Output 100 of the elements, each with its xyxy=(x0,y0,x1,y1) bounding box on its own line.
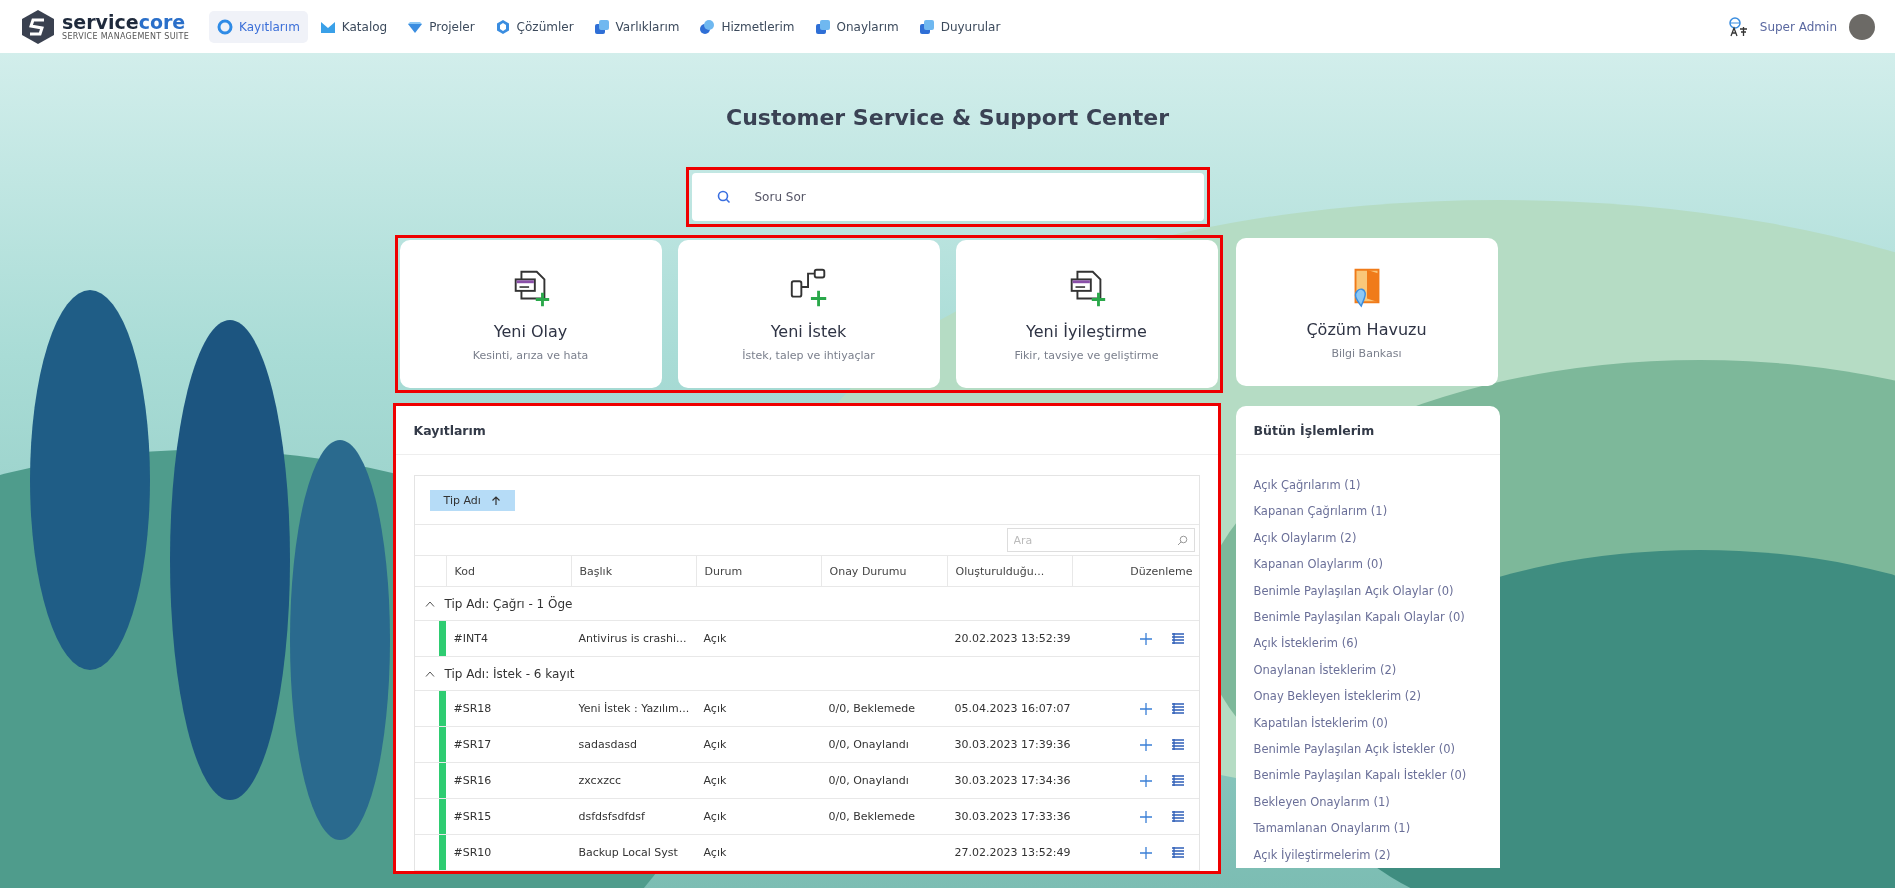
card-title: Yeni Olay xyxy=(493,322,568,341)
action-card[interactable]: Yeni İyileştirme Fikir, tavsiye ve geliştirme xyxy=(955,240,1218,388)
column-header[interactable]: Onay Durumu xyxy=(820,556,947,586)
chevron-up-icon[interactable] xyxy=(424,669,435,678)
table-cell-text: 0/0, Onaylandı xyxy=(827,737,910,753)
plus-icon[interactable] xyxy=(1138,809,1153,824)
side-link[interactable]: Açık İsteklerim (6) xyxy=(1253,630,1482,657)
translate-icon[interactable] xyxy=(1727,16,1748,37)
card-title: Yeni İstek xyxy=(770,322,847,341)
column-header[interactable]: Başlık xyxy=(570,556,696,586)
plus-icon[interactable] xyxy=(1138,631,1153,646)
card-subtitle: Bilgi Bankası xyxy=(1331,347,1402,360)
brand-tagline: SERVICE MANAGEMENT SUITE xyxy=(62,32,190,41)
action-card[interactable]: Çözüm Havuzu Bilgi Bankası xyxy=(1235,238,1498,386)
plus-icon[interactable] xyxy=(1138,701,1153,716)
list-icon[interactable] xyxy=(1170,773,1185,788)
table-cell-text: 0/0, Beklemede xyxy=(827,701,916,717)
list-icon[interactable] xyxy=(1170,701,1185,716)
card-title: Çözüm Havuzu xyxy=(1306,320,1427,339)
nav-tab[interactable]: Varlıklarım xyxy=(585,10,688,43)
nav-tab[interactable]: Kayıtlarım xyxy=(209,10,308,43)
column-header[interactable]: Oluşturulduğu... xyxy=(946,556,1072,586)
side-link[interactable]: Bekleyen Onaylarım (1) xyxy=(1253,788,1482,816)
list-icon[interactable] xyxy=(1170,631,1185,646)
side-link[interactable]: Benimle Paylaşılan Açık Olaylar (0) xyxy=(1253,577,1482,605)
list-icon[interactable] xyxy=(1170,809,1185,824)
table-cell-text: Açık xyxy=(702,809,728,825)
column-header[interactable]: Düzenleme xyxy=(1071,556,1199,586)
side-link[interactable]: Onaylanan İsteklerim (2) xyxy=(1253,656,1482,684)
table-cell-text: Açık xyxy=(702,845,728,861)
column-header[interactable]: Durum xyxy=(695,556,821,586)
column-header[interactable]: Kod xyxy=(445,556,571,586)
nav-tab[interactable]: Onaylarım xyxy=(806,10,907,43)
chevron-up-icon[interactable] xyxy=(424,599,435,608)
search-icon xyxy=(716,190,731,204)
group-label: Tip Adı: Çağrı - 1 Öge xyxy=(444,596,573,611)
table-cell-text: Açık xyxy=(702,631,728,647)
side-link[interactable]: Tamamlanan Onaylarım (1) xyxy=(1253,815,1482,842)
side-link[interactable]: Kapatılan İsteklerim (0) xyxy=(1253,709,1482,737)
stack-icon xyxy=(593,18,610,35)
table-cell-text: Açık xyxy=(702,737,728,753)
group-chip[interactable]: Tip Adı xyxy=(429,490,515,511)
table-cell-text: sadasdasd xyxy=(577,737,638,753)
table-cell-text: 27.02.2023 13:52:49 xyxy=(953,845,1072,861)
stack-icon xyxy=(814,18,831,35)
side-link[interactable]: Onay Bekleyen İsteklerim (2) xyxy=(1253,683,1482,710)
search-bar[interactable]: Ara xyxy=(1006,528,1195,552)
side-link[interactable]: Kapanan Çağrılarım (1) xyxy=(1253,498,1482,525)
search-bar[interactable]: Soru Sor xyxy=(691,173,1204,221)
table-cell-text: 30.03.2023 17:39:36 xyxy=(953,737,1072,753)
table-cell-text: dsfdsfsdfdsf xyxy=(577,809,646,825)
table-cell-text: 0/0, Onaylandı xyxy=(827,773,910,789)
action-card[interactable]: Yeni İstek İstek, talep ve ihtiyaçlar xyxy=(677,240,940,388)
table-cell-text: Açık xyxy=(702,701,728,717)
side-link[interactable]: Benimle Paylaşılan Açık İstekler (0) xyxy=(1253,736,1482,763)
plus-icon[interactable] xyxy=(1138,737,1153,752)
table-cell-text: #SR10 xyxy=(452,845,493,861)
panel-title: Bütün İşlemlerim xyxy=(1253,422,1375,438)
table-cell-text: zxcxzcc xyxy=(577,773,623,789)
table-cell-text: #SR15 xyxy=(452,809,493,825)
table-cell-text: #SR17 xyxy=(452,737,493,753)
card-subtitle: İstek, talep ve ihtiyaçlar xyxy=(742,349,875,362)
nav-tab[interactable]: Projeler xyxy=(399,10,483,43)
page-title: Customer Service & Support Center xyxy=(726,105,1169,130)
side-link[interactable]: Açık Olaylarım (2) xyxy=(1253,524,1482,552)
side-link[interactable]: Açık Çağrılarım (1) xyxy=(1253,472,1482,499)
logo-icon xyxy=(20,8,56,45)
plus-icon[interactable] xyxy=(1138,845,1153,860)
table-cell-text: 30.03.2023 17:33:36 xyxy=(953,809,1072,825)
side-link[interactable]: Açık İyileştirmelerim (2) xyxy=(1253,841,1482,869)
nav-tab[interactable]: Duyurular xyxy=(910,10,1009,43)
plus-icon[interactable] xyxy=(1138,773,1153,788)
stack-icon xyxy=(918,18,935,35)
table-cell-text: Antivirus is crashi... xyxy=(577,631,688,647)
card-subtitle: Fikir, tavsiye ve geliştirme xyxy=(1014,349,1159,362)
table-cell-text: Yeni İstek : Yazılım... xyxy=(577,701,691,717)
nav-tab[interactable]: Çözümler xyxy=(486,10,582,43)
group-label: Tip Adı: İstek - 6 kayıt xyxy=(444,666,575,681)
brand-name: servicecore xyxy=(62,12,186,32)
drops-icon xyxy=(699,18,716,35)
list-icon[interactable] xyxy=(1170,737,1185,752)
nav-tab[interactable]: Katalog xyxy=(311,10,396,43)
search-input[interactable]: Ara xyxy=(1013,533,1164,547)
table-cell-text: 30.03.2023 17:34:36 xyxy=(953,773,1072,789)
arrow-up-icon xyxy=(490,495,501,506)
side-link[interactable]: Kapanan Olaylarım (0) xyxy=(1253,551,1482,578)
user-avatar[interactable] xyxy=(1849,13,1875,40)
table-cell-text: Açık xyxy=(702,773,728,789)
user-name[interactable]: Super Admin xyxy=(1759,19,1837,34)
action-card[interactable]: Yeni Olay Kesinti, arıza ve hata xyxy=(399,240,662,388)
ring-icon xyxy=(217,18,234,35)
panel-title: Kayıtlarım xyxy=(413,422,486,438)
side-link[interactable]: Benimle Paylaşılan Kapalı Olaylar (0) xyxy=(1253,604,1482,631)
nav-tab[interactable]: Hizmetlerim xyxy=(691,10,803,43)
table-cell-text: Backup Local Syst xyxy=(577,845,679,861)
table-cell-text: 05.04.2023 16:07:07 xyxy=(953,701,1072,717)
table-cell-text: 20.02.2023 13:52:39 xyxy=(953,631,1072,647)
list-icon[interactable] xyxy=(1170,845,1185,860)
table-cell-text: 0/0, Beklemede xyxy=(827,809,916,825)
side-link[interactable]: Benimle Paylaşılan Kapalı İstekler (0) xyxy=(1253,762,1482,789)
